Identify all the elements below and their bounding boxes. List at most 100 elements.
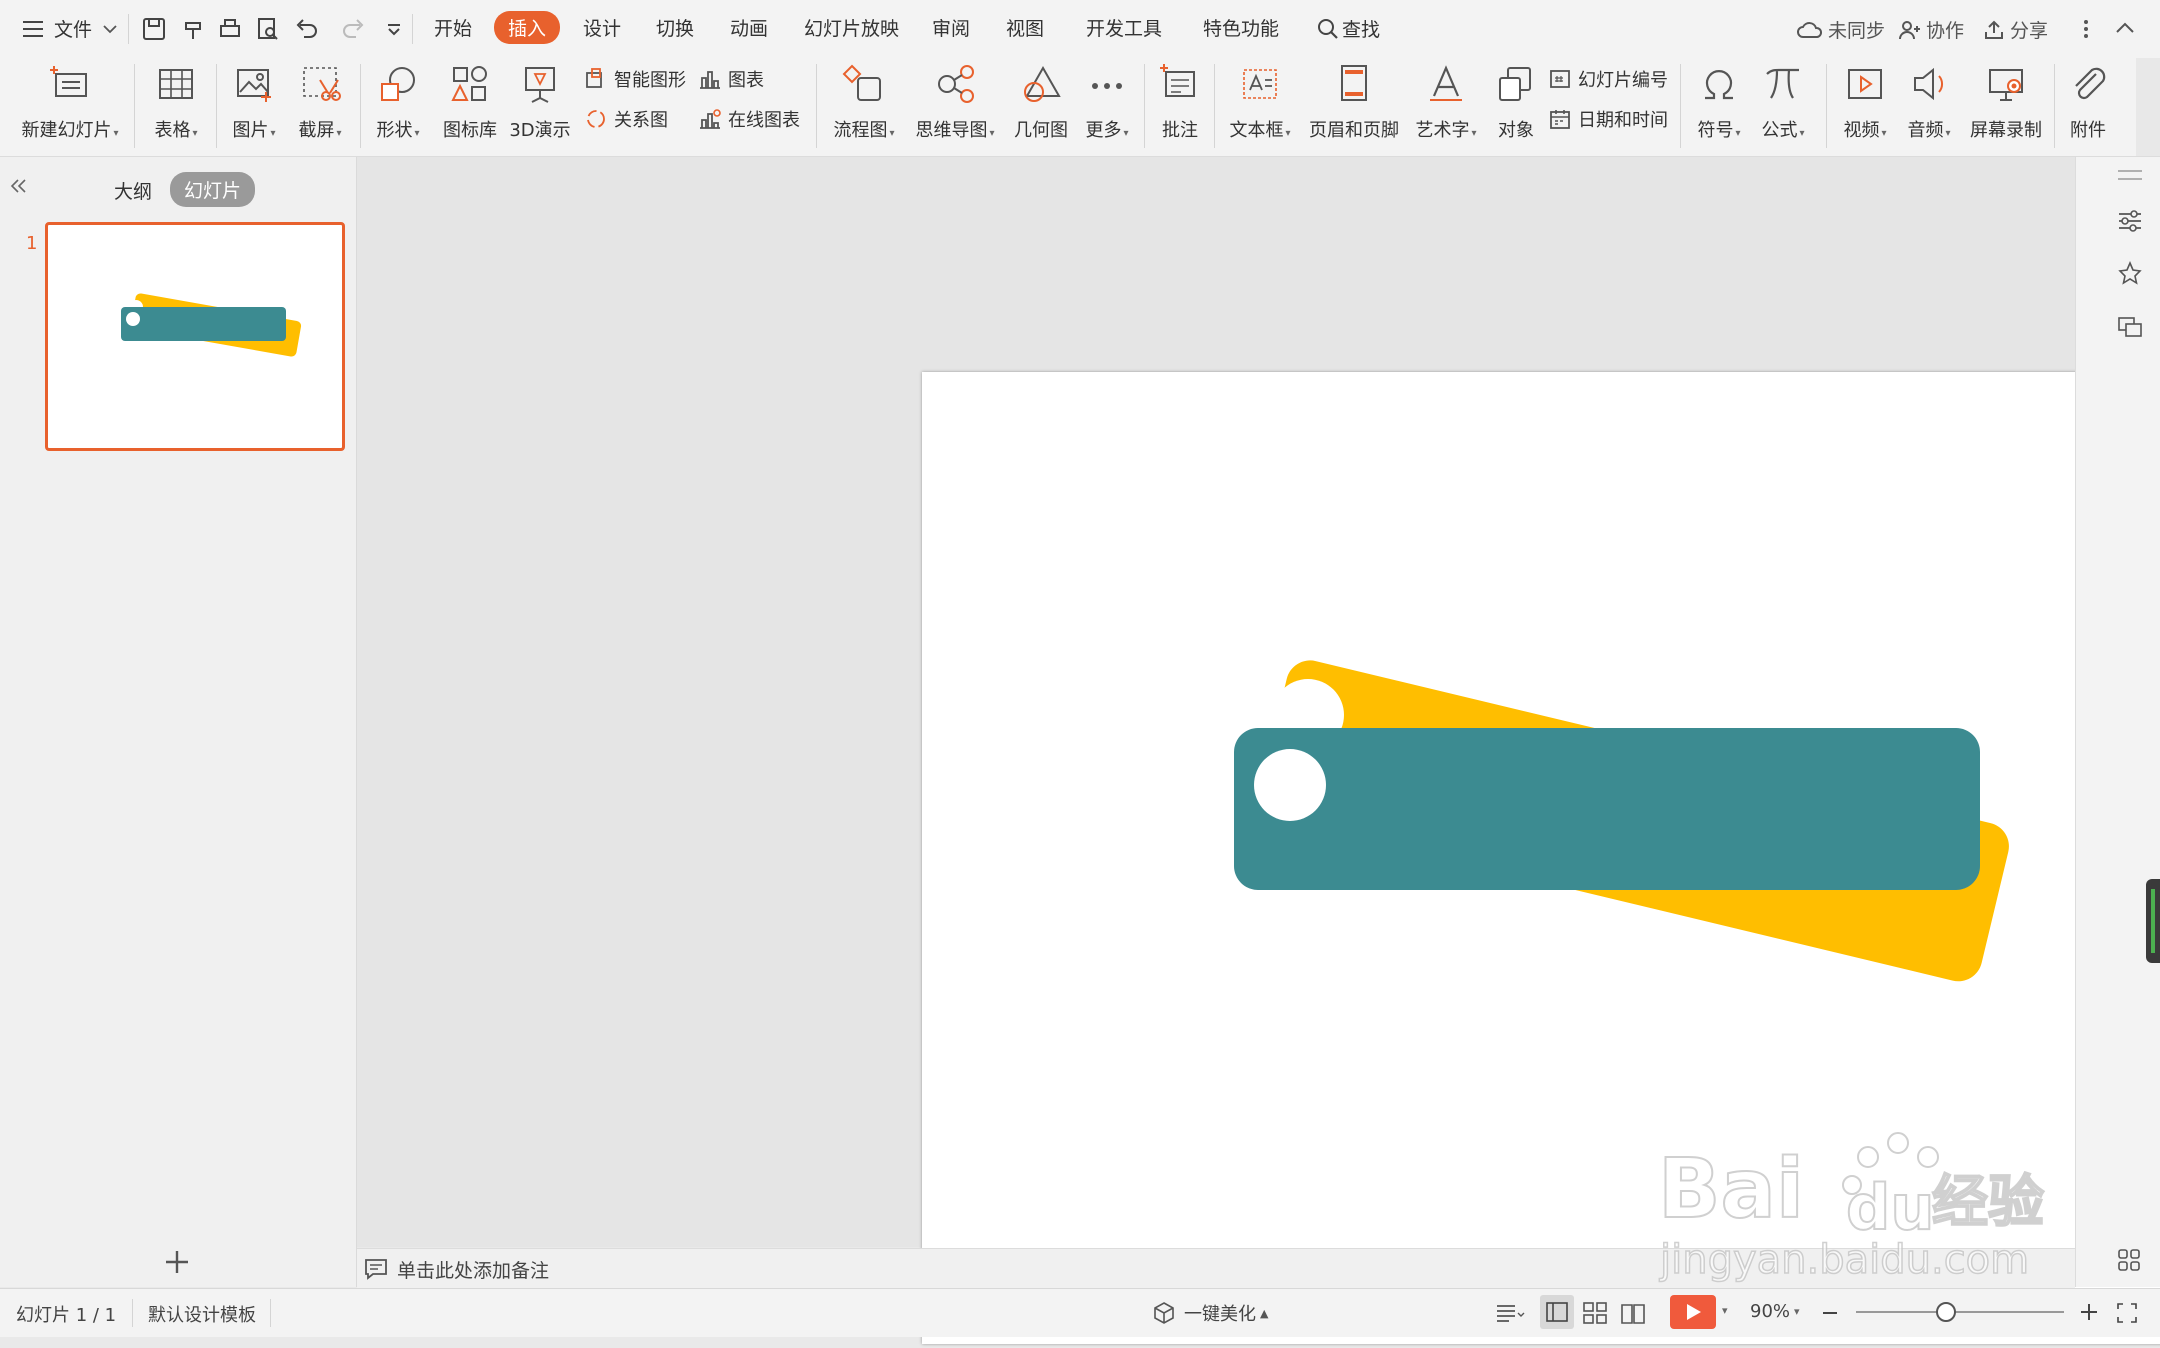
tab-special[interactable]: 特色功能 <box>1203 14 1279 41</box>
wordart-button[interactable]: 艺术字 ▾ <box>1408 62 1484 142</box>
more-button[interactable]: 更多 ▾ <box>1076 62 1138 142</box>
beautify-button[interactable]: 一键美化 ▲ <box>1152 1300 1268 1326</box>
slide-thumbnail[interactable] <box>45 222 345 451</box>
mindmap-label: 思维导图 <box>915 120 988 141</box>
tab-transition[interactable]: 切换 <box>656 14 694 41</box>
smart-graphic-button[interactable]: 智能图形 <box>584 66 686 92</box>
comment-button[interactable]: 批注 <box>1152 62 1208 142</box>
tab-review[interactable]: 审阅 <box>932 14 970 41</box>
picture-button[interactable]: 图片 ▾ <box>222 62 286 142</box>
normal-view-button[interactable] <box>1540 1295 1574 1329</box>
slide-switch-icon[interactable] <box>2116 313 2144 341</box>
icon-library-button[interactable]: 图标库 <box>434 62 506 142</box>
template-name[interactable]: 默认设计模板 <box>148 1301 256 1327</box>
table-button[interactable]: 表格 ▾ <box>144 62 208 142</box>
geometry-label: 几何图 <box>1014 120 1068 141</box>
play-slideshow-button[interactable] <box>1670 1295 1716 1329</box>
slide-info: 幻灯片 1 / 1 <box>16 1305 117 1326</box>
chart-button[interactable]: 图表 <box>698 66 764 92</box>
video-button[interactable]: 视频 ▾ <box>1834 62 1896 142</box>
more-vertical-icon[interactable] <box>2076 18 2096 40</box>
slide-number-button[interactable]: 幻灯片编号 <box>1548 66 1668 92</box>
tab-animation[interactable]: 动画 <box>730 14 768 41</box>
cube-icon <box>1154 1302 1174 1324</box>
sidebar-menu-icon[interactable] <box>2116 167 2144 187</box>
save-icon[interactable] <box>140 15 168 43</box>
relation-button[interactable]: 关系图 <box>584 106 668 132</box>
collapse-panel-icon[interactable] <box>8 177 30 195</box>
comment-label: 批注 <box>1162 120 1198 141</box>
zoom-slider-thumb[interactable] <box>1936 1302 1956 1322</box>
online-chart-icon <box>700 109 721 129</box>
textbox-button[interactable]: 文本框 ▾ <box>1222 62 1298 142</box>
tab-insert[interactable]: 插入 <box>494 11 561 44</box>
ribbon-scroll-right[interactable] <box>2136 58 2160 156</box>
tab-developer[interactable]: 开发工具 <box>1086 14 1162 41</box>
3d-demo-label: 3D演示 <box>509 120 571 141</box>
audio-button[interactable]: 音频 ▾ <box>1898 62 1960 142</box>
notes-toggle-icon[interactable] <box>1494 1301 1526 1325</box>
datetime-label: 日期和时间 <box>1578 110 1668 131</box>
collab-button[interactable]: 协作 <box>1898 16 1964 43</box>
fit-window-icon[interactable] <box>2116 1302 2138 1324</box>
new-slide-button[interactable]: 新建幻灯片 ▾ <box>14 62 126 142</box>
search-button[interactable]: 查找 <box>1316 15 1380 42</box>
collapse-ribbon-icon[interactable] <box>2114 18 2136 38</box>
geometry-button[interactable]: 几何图 <box>1008 62 1074 142</box>
audio-label: 音频 <box>1907 120 1944 141</box>
print-preview-icon[interactable] <box>254 15 282 43</box>
table-label: 表格 <box>154 120 191 141</box>
tab-slideshow[interactable]: 幻灯片放映 <box>804 14 899 41</box>
tab-slides[interactable]: 幻灯片 <box>170 172 256 207</box>
customize-toolbar-icon[interactable] <box>380 15 408 43</box>
zoom-slider[interactable] <box>1856 1302 2064 1322</box>
print-icon[interactable] <box>216 15 244 43</box>
attachment-label: 附件 <box>2070 120 2106 141</box>
online-chart-button[interactable]: 在线图表 <box>698 106 800 132</box>
geometry-icon <box>1024 65 1061 102</box>
shape-button[interactable]: 形状 ▾ <box>366 62 430 142</box>
object-button[interactable]: 对象 <box>1490 62 1542 142</box>
zoom-in-icon[interactable] <box>2078 1301 2100 1323</box>
header-footer-button[interactable]: 页眉和页脚 <box>1304 62 1404 142</box>
grid-apps-icon[interactable] <box>2116 1247 2142 1273</box>
format-painter-icon[interactable] <box>180 15 208 43</box>
zoom-level[interactable]: 90% ▾ <box>1750 1301 1800 1322</box>
file-menu[interactable]: 文件 <box>22 15 118 42</box>
symbol-button[interactable]: 符号 ▾ <box>1688 62 1750 142</box>
screenshot-button[interactable]: 截屏 ▾ <box>288 62 352 142</box>
properties-icon[interactable] <box>2116 207 2144 235</box>
slide-thumbnail-preview <box>121 293 302 357</box>
datetime-button[interactable]: 日期和时间 <box>1548 106 1668 132</box>
tab-view[interactable]: 视图 <box>1006 14 1044 41</box>
right-edge-handle[interactable] <box>2146 879 2160 963</box>
3d-demo-button[interactable]: 3D演示 <box>506 62 574 142</box>
user-plus-icon <box>1899 20 1920 39</box>
notes-bar[interactable]: 单击此处添加备注 <box>357 1248 2075 1289</box>
file-label: 文件 <box>54 19 93 41</box>
tab-design[interactable]: 设计 <box>583 14 621 41</box>
slide-canvas[interactable] <box>922 372 2160 1344</box>
reading-view-icon[interactable] <box>1620 1301 1646 1325</box>
flowchart-button[interactable]: 流程图 ▾ <box>826 62 902 142</box>
paperclip-icon <box>2075 67 2106 100</box>
redo-icon[interactable] <box>340 15 368 43</box>
mindmap-icon <box>938 65 974 103</box>
tab-outline[interactable]: 大纲 <box>114 177 152 204</box>
slide-sorter-icon[interactable] <box>1582 1301 1608 1325</box>
sync-status[interactable]: 未同步 <box>1796 16 1885 43</box>
screen-record-button[interactable]: 屏幕录制 <box>1964 62 2048 142</box>
animation-star-icon[interactable] <box>2116 260 2144 288</box>
undo-icon[interactable] <box>292 15 320 43</box>
attachment-button[interactable]: 附件 <box>2060 62 2116 142</box>
zoom-out-icon[interactable] <box>1820 1303 1840 1323</box>
slide-editing-area <box>357 157 2160 1344</box>
mindmap-button[interactable]: 思维导图 ▾ <box>910 62 1000 142</box>
header-footer-label: 页眉和页脚 <box>1309 120 1399 141</box>
play-icon <box>1687 1304 1701 1320</box>
share-button[interactable]: 分享 <box>1982 16 2048 43</box>
add-slide-icon[interactable] <box>163 1248 191 1276</box>
teal-rounded-card[interactable] <box>1234 728 1980 890</box>
tab-home[interactable]: 开始 <box>434 14 472 41</box>
formula-button[interactable]: 公式 ▾ <box>1752 62 1814 142</box>
